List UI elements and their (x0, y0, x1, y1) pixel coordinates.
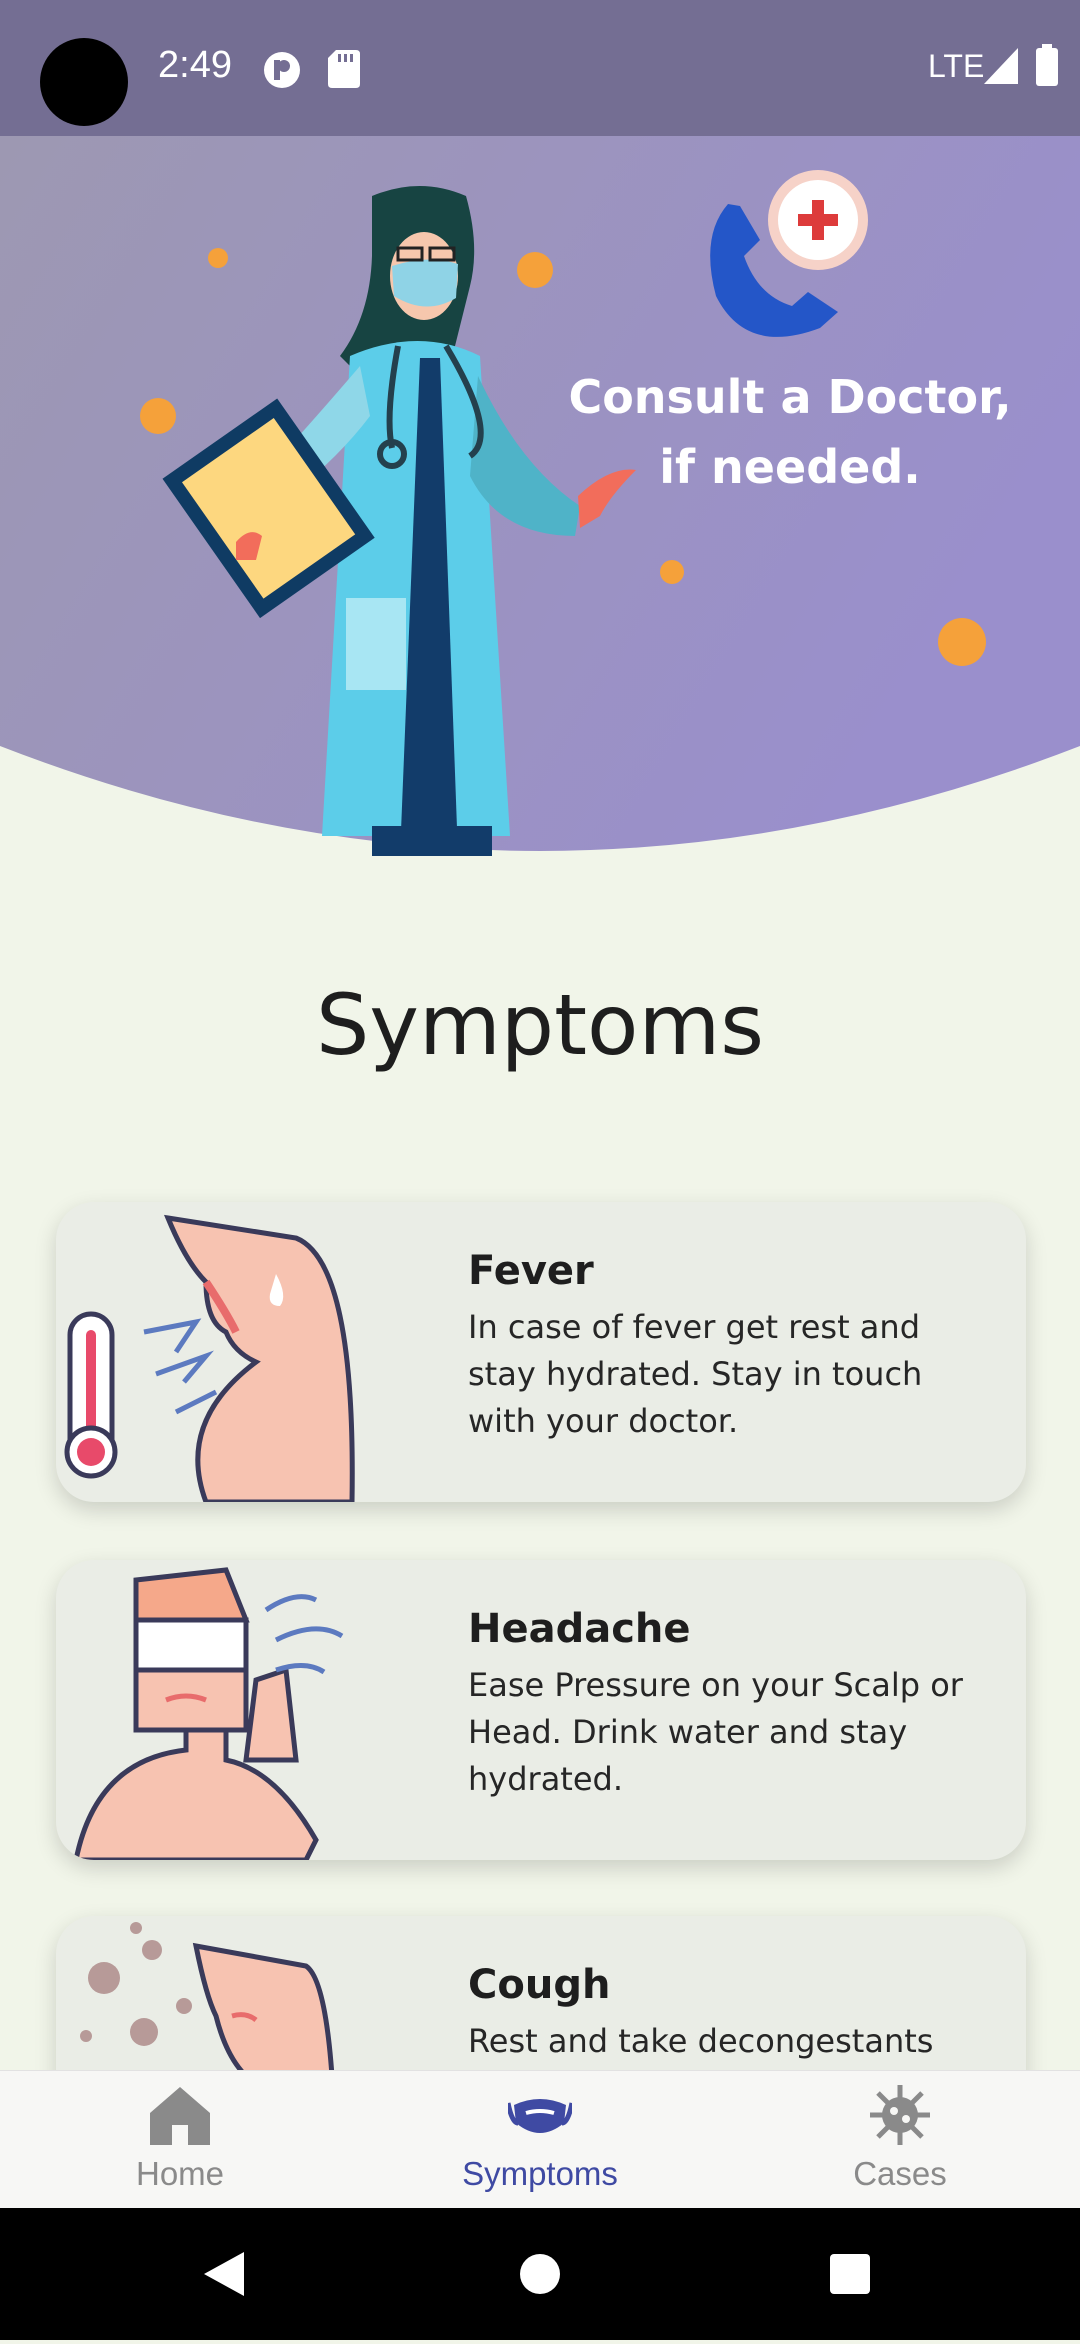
back-icon (204, 2252, 244, 2296)
mask-icon (508, 2099, 572, 2133)
bottom-navigation: Home Symptoms Cases (0, 2070, 1080, 2209)
home-circle-icon (520, 2254, 560, 2294)
description-line: stay hydrated. Stay in touch (468, 1355, 923, 1393)
recents-icon (830, 2254, 870, 2294)
battery-icon (1036, 44, 1058, 90)
cough-illustration (80, 1922, 335, 2070)
camera-cutout (40, 38, 128, 126)
symptom-description: In case of fever get rest and stay hydra… (468, 1304, 988, 1445)
symptom-title: Fever (468, 1248, 594, 1294)
hero-tagline: Consult a Doctor, if needed. (560, 362, 1020, 502)
symptom-title: Headache (468, 1606, 691, 1652)
nav-label-cases: Cases (853, 2155, 947, 2192)
home-icon (150, 2087, 210, 2145)
hero-line-1: Consult a Doctor, (568, 370, 1012, 424)
description-line: Head. Drink water and stay (468, 1713, 908, 1751)
nav-item-cases[interactable]: Cases (780, 2071, 1020, 2209)
symptom-title: Cough (468, 1962, 611, 2008)
symptom-description: Rest and take decongestants (468, 2018, 988, 2065)
symptom-card-fever[interactable]: Fever In case of fever get rest and stay… (56, 1202, 1026, 1502)
fever-illustration (64, 1214, 355, 1502)
page-title: Symptoms (315, 976, 765, 1074)
status-bar: 2:49 LTE (0, 0, 1080, 136)
symptom-list[interactable]: Fever In case of fever get rest and stay… (0, 1180, 1080, 2070)
hero-line-2: if needed. (659, 440, 921, 494)
headache-illustration (73, 1567, 344, 1860)
nav-label-home: Home (135, 2155, 225, 2192)
sd-card-icon (328, 50, 360, 92)
recents-button[interactable] (830, 2254, 870, 2294)
symptom-description: Ease Pressure on your Scalp or Head. Dri… (468, 1662, 988, 1803)
symptom-card-cough[interactable]: Cough Rest and take decongestants (56, 1916, 1026, 2070)
hero-banner: Consult a Doctor, if needed. (0, 136, 1080, 856)
network-type: LTE (928, 48, 985, 84)
system-navigation-bar (0, 2208, 1080, 2340)
virus-icon (870, 2085, 930, 2145)
description-line: Rest and take decongestants (468, 2022, 934, 2060)
description-line: In case of fever get rest and (468, 1308, 920, 1346)
back-button[interactable] (204, 2252, 244, 2296)
symptom-card-headache[interactable]: Headache Ease Pressure on your Scalp or … (56, 1560, 1026, 1860)
home-button[interactable] (520, 2254, 560, 2294)
description-line: Ease Pressure on your Scalp or (468, 1666, 963, 1704)
nav-item-symptoms[interactable]: Symptoms (420, 2071, 660, 2209)
notification-icon (262, 50, 302, 94)
signal-icon (984, 48, 1018, 88)
nav-item-home[interactable]: Home (60, 2071, 300, 2209)
description-line: hydrated. (468, 1760, 624, 1798)
nav-label-symptoms: Symptoms (462, 2155, 618, 2192)
description-line: with your doctor. (468, 1402, 739, 1440)
status-time: 2:49 (158, 44, 232, 86)
